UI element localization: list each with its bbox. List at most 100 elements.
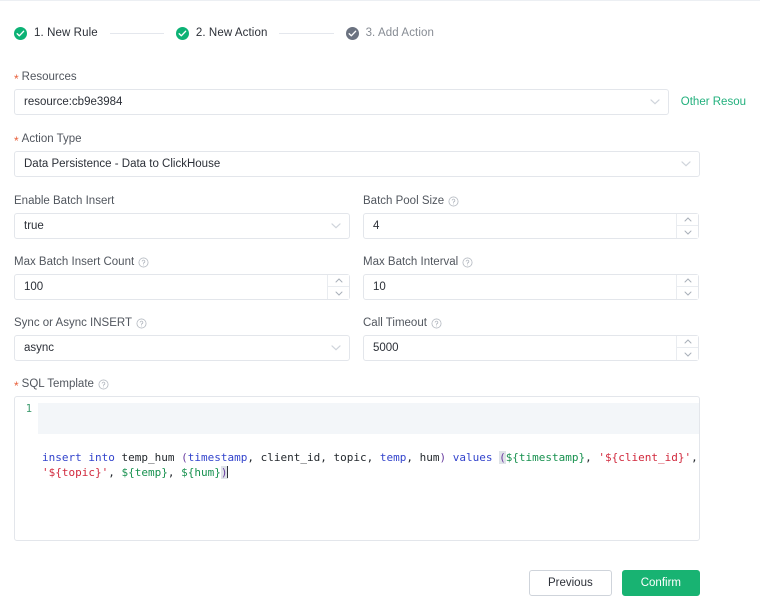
step-label: 2. New Action (196, 27, 268, 40)
form-row-2: Max Batch Insert Count 100 (14, 255, 746, 300)
max-batch-interval-input[interactable]: 10 (363, 274, 699, 300)
resources-row: resource:cb9e3984 Other Resou (14, 89, 746, 115)
code-token: temp (380, 451, 407, 464)
code-token: , (585, 451, 598, 464)
step-add-action[interactable]: 3. Add Action (346, 27, 434, 40)
stepper-down-icon[interactable] (677, 226, 698, 238)
step-new-rule[interactable]: 1. New Rule (14, 27, 98, 40)
field-label-enable-batch-insert: Enable Batch Insert (14, 194, 350, 208)
enable-batch-insert-select[interactable]: true (14, 213, 350, 239)
sync-or-async-insert-value: async (15, 336, 349, 360)
form-footer: Previous Confirm (14, 570, 700, 596)
field-label-call-timeout: Call Timeout (363, 316, 699, 330)
code-token: values (446, 451, 499, 464)
stepper-up-icon[interactable] (677, 275, 698, 287)
required-asterisk: * (14, 136, 19, 146)
line-number: 1 (15, 403, 32, 415)
check-circle-icon (14, 27, 27, 40)
action-type-value: Data Persistence - Data to ClickHouse (15, 152, 699, 176)
active-line-highlight (38, 403, 699, 434)
label-text: Max Batch Insert Count (14, 255, 134, 269)
label-text: Enable Batch Insert (14, 194, 114, 208)
field-enable-batch-insert: Enable Batch Insert true (14, 194, 350, 239)
code-token: '${topic}' (42, 466, 108, 479)
form-row-3: Sync or Async INSERT async Call Timeout (14, 316, 746, 361)
field-max-batch-insert-count: Max Batch Insert Count 100 (14, 255, 350, 300)
code-token: , (691, 451, 700, 464)
field-label-batch-pool-size: Batch Pool Size (363, 194, 699, 208)
max-batch-insert-count-input[interactable]: 100 (14, 274, 350, 300)
previous-button[interactable]: Previous (529, 570, 612, 596)
code-token: ( (499, 451, 506, 464)
code-token: ${hum} (181, 466, 221, 479)
stepper-down-icon[interactable] (677, 348, 698, 360)
field-resources: * Resources resource:cb9e3984 Other Reso… (14, 70, 746, 115)
stepper-down-icon[interactable] (677, 287, 698, 299)
quantity-stepper[interactable] (327, 275, 349, 299)
editor-gutter: 1 (15, 397, 38, 540)
help-circle-icon[interactable] (431, 318, 442, 329)
quantity-stepper[interactable] (676, 336, 698, 360)
label-text: Max Batch Interval (363, 255, 458, 269)
field-batch-pool-size: Batch Pool Size 4 (363, 194, 699, 239)
max-batch-insert-count-value: 100 (15, 275, 349, 299)
code-token: ( (181, 451, 188, 464)
help-circle-icon[interactable] (448, 196, 459, 207)
chevron-down-icon (650, 99, 660, 106)
step-connector (110, 33, 164, 34)
chevron-down-icon (331, 345, 341, 352)
help-circle-icon[interactable] (98, 379, 109, 390)
help-circle-icon[interactable] (136, 318, 147, 329)
stepper-up-icon[interactable] (677, 336, 698, 348)
steps-indicator: 1. New Rule 2. New Action 3. Add Action (14, 22, 434, 44)
resources-value: resource:cb9e3984 (15, 90, 668, 114)
action-type-select[interactable]: Data Persistence - Data to ClickHouse (14, 151, 700, 177)
label-text: Action Type (22, 132, 82, 146)
code-token: timestamp (188, 451, 248, 464)
field-label-max-batch-insert-count: Max Batch Insert Count (14, 255, 350, 269)
enable-batch-insert-value: true (15, 214, 349, 238)
stepper-down-icon[interactable] (328, 287, 349, 299)
confirm-button[interactable]: Confirm (622, 570, 700, 596)
field-call-timeout: Call Timeout 5000 (363, 316, 699, 361)
code-token: , hum (406, 451, 439, 464)
code-token: , (108, 466, 121, 479)
action-form: * Resources resource:cb9e3984 Other Reso… (14, 70, 746, 541)
required-asterisk: * (14, 74, 19, 84)
sync-or-async-insert-select[interactable]: async (14, 335, 350, 361)
code-token: temp_hum (122, 451, 182, 464)
help-circle-icon[interactable] (462, 257, 473, 268)
field-label-sql-template: * SQL Template (14, 377, 746, 391)
editor-code-area[interactable]: insert into temp_hum (timestamp, client_… (38, 397, 699, 540)
check-circle-icon (346, 27, 359, 40)
batch-pool-size-input[interactable]: 4 (363, 213, 699, 239)
code-token: , (168, 466, 181, 479)
field-label-action-type: * Action Type (14, 132, 746, 146)
check-circle-icon (176, 27, 189, 40)
chevron-down-icon (681, 161, 691, 168)
chevron-down-icon (331, 223, 341, 230)
call-timeout-value: 5000 (364, 336, 698, 360)
call-timeout-input[interactable]: 5000 (363, 335, 699, 361)
label-text: Call Timeout (363, 316, 427, 330)
form-row-1: Enable Batch Insert true Batch Pool Size (14, 194, 746, 239)
field-sync-or-async-insert: Sync or Async INSERT async (14, 316, 350, 361)
step-new-action[interactable]: 2. New Action (176, 27, 268, 40)
stepper-up-icon[interactable] (328, 275, 349, 287)
required-asterisk: * (14, 381, 19, 391)
code-token: insert into (42, 451, 121, 464)
quantity-stepper[interactable] (676, 214, 698, 238)
help-circle-icon[interactable] (138, 257, 149, 268)
quantity-stepper[interactable] (676, 275, 698, 299)
top-divider (0, 0, 760, 1)
batch-pool-size-value: 4 (364, 214, 698, 238)
resources-select[interactable]: resource:cb9e3984 (14, 89, 669, 115)
other-resources-link[interactable]: Other Resou (681, 96, 746, 108)
sql-template-editor[interactable]: 1 insert into temp_hum (timestamp, clien… (14, 396, 700, 541)
max-batch-interval-value: 10 (364, 275, 698, 299)
field-label-max-batch-interval: Max Batch Interval (363, 255, 699, 269)
label-text: Batch Pool Size (363, 194, 444, 208)
label-text: SQL Template (22, 377, 94, 391)
stepper-up-icon[interactable] (677, 214, 698, 226)
field-label-resources: * Resources (14, 70, 746, 84)
